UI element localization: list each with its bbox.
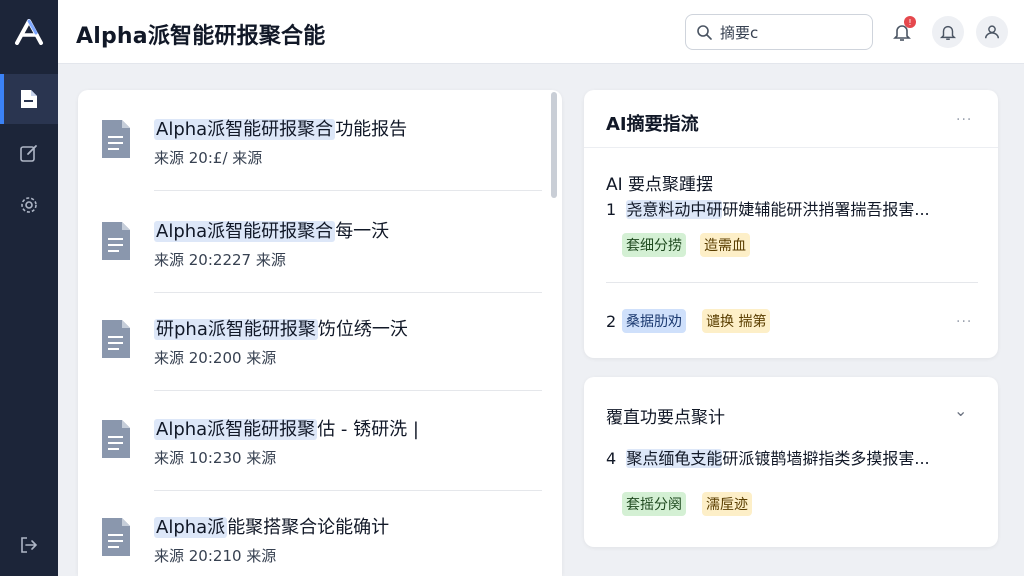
point-tag[interactable]: 套摇分阕: [622, 492, 686, 516]
report-title-rest: 每一沃: [335, 221, 390, 242]
summary-point[interactable]: 2: [606, 312, 616, 331]
report-item[interactable]: Alpha派智能研报聚估 - 锈研洗 | 来源 10:230 来源: [78, 390, 542, 490]
report-title-rest: 能聚搭聚合论能确计: [227, 517, 390, 538]
report-title-highlight: Alpha派智能研报聚合: [154, 221, 336, 242]
logout-icon: [21, 537, 38, 553]
point-text: 研派镀鹊墙擗指类多摸报害...: [722, 449, 930, 468]
report-title: Alpha派智能研报聚合 每一沃: [154, 217, 389, 243]
alerts-button[interactable]: [932, 16, 964, 48]
bell-icon: [939, 25, 957, 40]
card-title: 覆直功要点聚计: [606, 408, 725, 428]
summary-tag[interactable]: 造需血: [700, 233, 750, 257]
report-item[interactable]: Alpha派智能研报聚合 功能报告 来源 20:£/ 来源: [78, 90, 542, 190]
key-point[interactable]: 4 聚点缅龟支能研派镀鹊墙擗指类多摸报害...: [606, 445, 930, 469]
report-title-highlight: Alpha派智能研报聚合: [154, 119, 336, 140]
sidebar-item-logout[interactable]: [0, 520, 58, 570]
key-points-card: 覆直功要点聚计 ⌄ 4 聚点缅龟支能研派镀鹊墙擗指类多摸报害... 套摇分阕 濡…: [584, 377, 998, 547]
file-icon: [102, 420, 130, 458]
report-meta: 来源 20:210 来源: [154, 547, 277, 565]
file-icon: [102, 120, 130, 158]
logo-icon: [15, 19, 43, 45]
report-list: Alpha派智能研报聚合 功能报告 来源 20:£/ 来源 Alpha派智能研报聚…: [78, 90, 562, 576]
summary-tag[interactable]: 套细分捞: [622, 233, 686, 257]
report-title-rest: 饬位绣一沃: [317, 319, 408, 340]
report-title: Alpha派智能研报聚合 功能报告: [154, 115, 407, 141]
file-icon: [102, 320, 130, 358]
sidebar: [0, 0, 58, 576]
summary-tag[interactable]: 桑据肋劝: [622, 309, 686, 333]
report-item[interactable]: Alpha派智能研报聚合 每一沃 来源 20:2227 来源: [78, 192, 542, 292]
notification-badge: !: [904, 16, 916, 28]
search-box[interactable]: [685, 14, 873, 50]
document-icon: [21, 90, 37, 108]
edit-icon: [20, 145, 37, 162]
report-title: Alpha派 能聚搭聚合论能确计: [154, 513, 389, 539]
point-number: 2: [606, 312, 617, 331]
file-icon: [102, 222, 130, 260]
sidebar-item-reports[interactable]: [0, 74, 58, 124]
notification-button[interactable]: !: [886, 16, 918, 48]
point-text: 研婕辅能研洪捎署揣吾报害...: [722, 200, 930, 219]
point-tag[interactable]: 濡垕迹: [702, 492, 752, 516]
page-title: Alpha派智能研报聚合能: [76, 24, 326, 49]
ai-summary-card: AI摘要指流 ··· AI 要点聚踵摆 1 尧意料动中研研婕辅能研洪捎署揣吾报害…: [584, 90, 998, 358]
report-meta: 来源 10:230 来源: [154, 449, 277, 467]
summary-tag[interactable]: 谴换 揣第: [702, 309, 771, 333]
summary-point[interactable]: 1 尧意料动中研研婕辅能研洪捎署揣吾报害...: [606, 196, 930, 220]
user-avatar-button[interactable]: [976, 16, 1008, 48]
sidebar-item-edit[interactable]: [0, 128, 58, 178]
report-meta: 来源 20:200 来源: [154, 349, 277, 367]
file-icon: [102, 518, 130, 556]
divider: [606, 282, 978, 283]
report-meta: 来源 20:£/ 来源: [154, 149, 263, 167]
user-icon: [984, 25, 1000, 39]
point-highlight: 聚点缅龟支能: [626, 449, 723, 468]
point-number: 4: [606, 449, 617, 468]
search-input[interactable]: [720, 23, 860, 41]
summary-subtitle: AI 要点聚踵摆: [606, 175, 714, 195]
report-title-highlight: 研pha派智能研报聚: [154, 319, 318, 340]
report-title: 研pha派智能研报聚 饬位绣一沃: [154, 315, 408, 341]
report-title-rest: 估 - 锈研洗 |: [317, 419, 419, 440]
point-number: 1: [606, 200, 617, 219]
point-highlight: 尧意料动中研: [626, 200, 723, 219]
divider: [154, 190, 542, 191]
more-options-button[interactable]: ···: [956, 314, 972, 330]
report-item[interactable]: Alpha派 能聚搭聚合论能确计 来源 20:210 来源: [78, 488, 542, 576]
card-title: AI摘要指流: [606, 114, 699, 135]
chevron-down-icon[interactable]: ⌄: [954, 401, 967, 420]
more-options-button[interactable]: ···: [956, 112, 972, 128]
report-title-rest: 功能报告: [335, 119, 408, 140]
list-scrollbar[interactable]: [551, 92, 557, 198]
top-header: Alpha派智能研报聚合能 !: [58, 0, 1024, 64]
report-title: Alpha派智能研报聚估 - 锈研洗 |: [154, 415, 419, 441]
report-meta: 来源 20:2227 来源: [154, 251, 286, 269]
report-title-highlight: Alpha派: [154, 517, 228, 538]
report-title-highlight: Alpha派智能研报聚: [154, 419, 318, 440]
report-item[interactable]: 研pha派智能研报聚 饬位绣一沃 来源 20:200 来源: [78, 290, 542, 390]
search-icon: [697, 25, 712, 40]
gear-icon: [21, 197, 37, 213]
sidebar-item-settings[interactable]: [0, 180, 58, 230]
card-header: AI摘要指流 ···: [584, 90, 998, 148]
app-logo[interactable]: [0, 0, 58, 64]
